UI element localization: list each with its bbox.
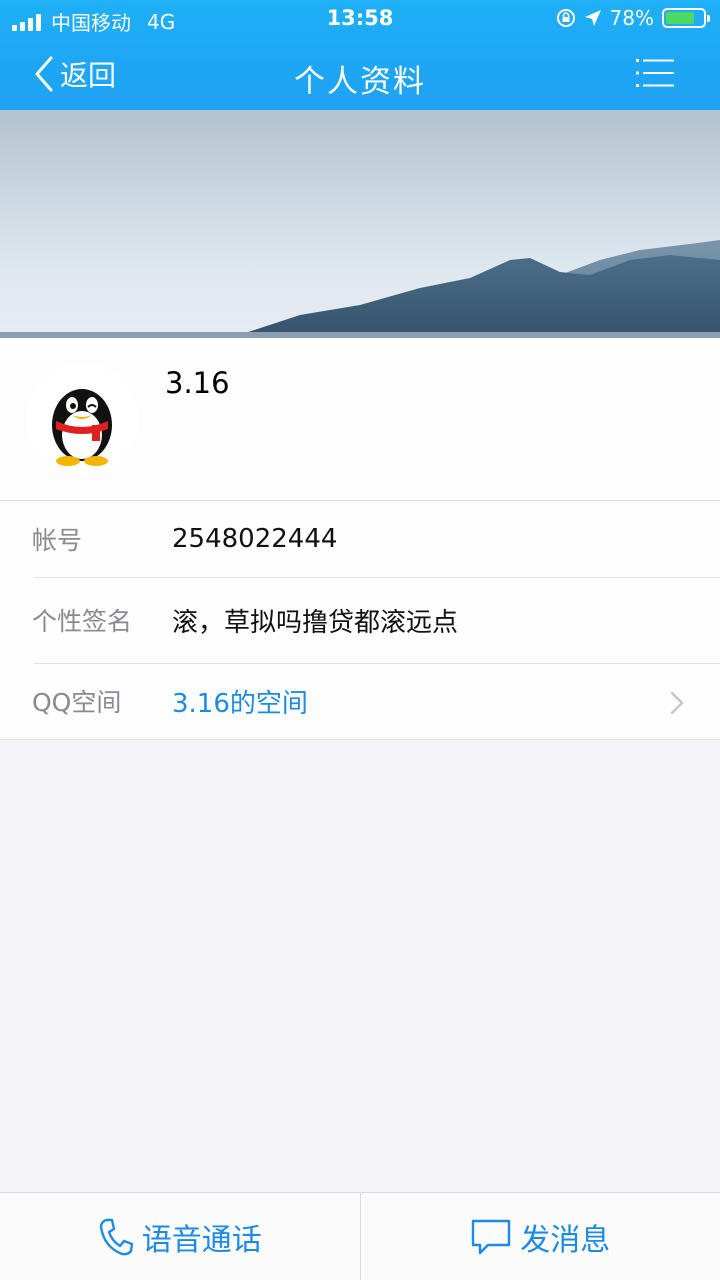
phone-icon	[99, 1218, 133, 1255]
voice-call-label: 语音通话	[141, 1222, 262, 1258]
nickname: 3.16	[165, 366, 230, 400]
battery-percent: 78%	[609, 6, 654, 30]
profile-section: 3.16	[0, 338, 720, 501]
voice-call-button[interactable]: 语音通话	[0, 1193, 360, 1280]
status-bar: 中国移动 4G 13:58 78%	[0, 0, 720, 38]
signature-value: 滚，草拟吗撸贷都滚远点	[172, 607, 459, 638]
page-title: 个人资料	[294, 64, 426, 100]
signature-label: 个性签名	[32, 607, 133, 636]
header: 中国移动 4G 13:58 78% 返回 个人资料	[0, 0, 720, 110]
orientation-lock-icon	[556, 9, 575, 27]
list-item-account[interactable]: 帐号 2548022444	[0, 501, 720, 577]
avatar[interactable]	[26, 363, 138, 475]
nav-bar: 返回 个人资料	[0, 40, 720, 108]
qzone-link[interactable]: 3.16的空间	[172, 683, 308, 720]
qzone-label: QQ空间	[32, 688, 122, 717]
location-arrow-icon	[584, 10, 601, 26]
send-message-label: 发消息	[520, 1222, 611, 1258]
send-message-button[interactable]: 发消息	[359, 1193, 720, 1280]
info-list: 帐号 2548022444 个性签名 滚，草拟吗撸贷都滚远点 QQ空间 3.16…	[0, 501, 720, 740]
profile-cover-image	[0, 110, 720, 338]
account-value: 2548022444	[172, 524, 338, 554]
bottom-action-bar: 语音通话 发消息	[0, 1192, 720, 1280]
list-item-signature[interactable]: 个性签名 滚，草拟吗撸贷都滚远点	[0, 577, 720, 663]
chevron-right-icon	[670, 691, 684, 715]
chat-bubble-icon	[472, 1219, 511, 1254]
menu-list-icon[interactable]	[636, 58, 674, 88]
account-label: 帐号	[32, 526, 83, 555]
list-item-qzone[interactable]: QQ空间 3.16的空间	[0, 663, 720, 739]
qq-penguin-avatar	[52, 389, 112, 466]
battery-charging-icon	[662, 8, 710, 28]
